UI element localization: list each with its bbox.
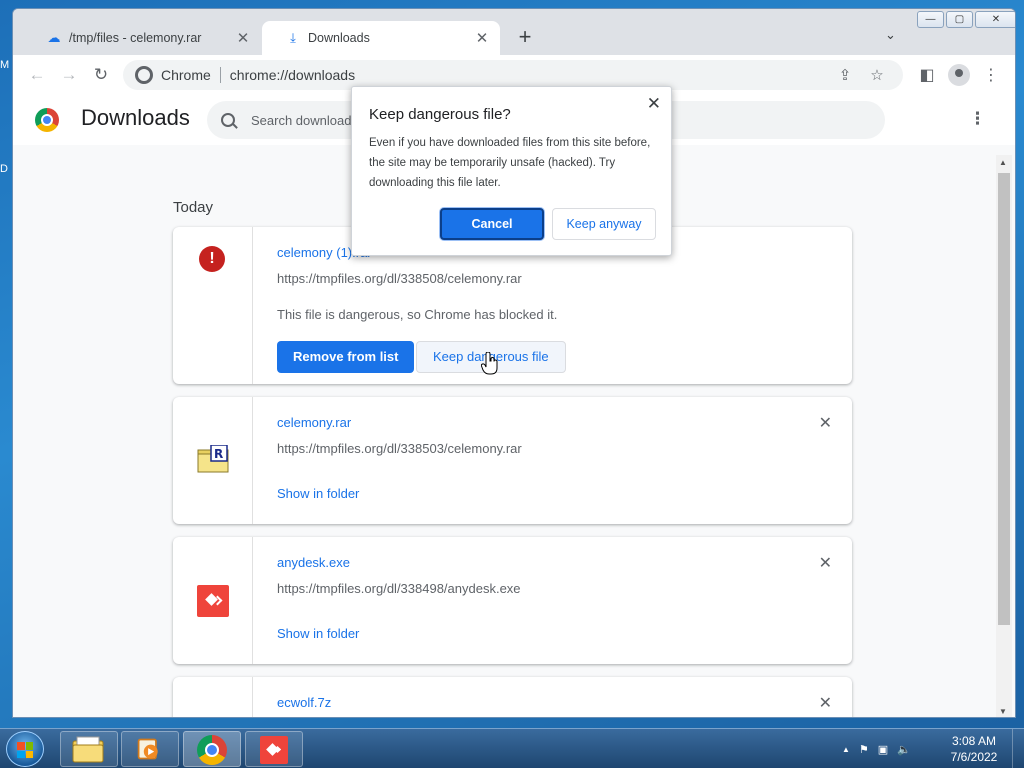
remove-from-list-button[interactable]: Remove from list <box>277 341 415 373</box>
chrome-menu-icon[interactable]: ⋮ <box>975 65 1007 85</box>
close-icon[interactable]: ✕ <box>819 553 832 573</box>
url-text[interactable]: chrome://downloads <box>230 67 355 83</box>
chrome-logo-icon <box>35 108 59 132</box>
download-item: ecwolf.7z ✕ <box>173 677 852 717</box>
close-icon[interactable]: ✕ <box>819 693 832 713</box>
bookmark-star-icon[interactable]: ☆ <box>861 66 893 84</box>
scroll-up-arrow-icon[interactable]: ▲ <box>999 158 1007 167</box>
section-label: Today <box>173 199 214 216</box>
file-url: https://tmpfiles.org/dl/338508/celemony.… <box>277 271 522 286</box>
download-item: anydesk.exe https://tmpfiles.org/dl/3384… <box>173 537 852 664</box>
icon-column: R <box>173 397 253 524</box>
start-button[interactable] <box>6 731 44 767</box>
chrome-icon <box>135 66 153 84</box>
site-name: Chrome <box>161 67 211 83</box>
danger-icon: ! <box>199 246 225 272</box>
clock[interactable]: 3:08 AM 7/6/2022 <box>944 733 1004 765</box>
desktop-text: D <box>0 163 8 175</box>
dialog-message: Even if you have downloaded files from t… <box>369 137 651 189</box>
side-panel-icon[interactable]: ◧ <box>911 65 943 85</box>
show-in-folder-link[interactable]: Show in folder <box>277 626 359 641</box>
show-in-folder-link[interactable]: Show in folder <box>277 486 359 501</box>
tab-title: /tmp/files - celemony.rar <box>69 31 202 45</box>
close-icon[interactable]: ✕ <box>474 29 490 47</box>
download-icon: ⤓ <box>290 30 296 45</box>
tray-expand-icon[interactable]: ▲ <box>842 745 850 754</box>
scroll-down-arrow-icon[interactable]: ▼ <box>999 707 1007 716</box>
file-url: https://tmpfiles.org/dl/338498/anydesk.e… <box>277 581 521 596</box>
search-placeholder: Search downloads <box>251 112 358 128</box>
more-options-icon[interactable]: ⋮ <box>969 109 986 129</box>
danger-status: This file is dangerous, so Chrome has bl… <box>277 307 558 322</box>
close-icon[interactable]: ✕ <box>819 413 832 433</box>
minimize-button[interactable]: — <box>917 11 944 28</box>
file-name-link[interactable]: anydesk.exe <box>277 555 350 570</box>
new-tab-button[interactable]: + <box>513 25 537 49</box>
tab-title: Downloads <box>308 31 370 45</box>
tab-search-button[interactable]: ⌄ <box>885 27 896 43</box>
rar-file-icon: R <box>197 445 229 473</box>
icon-column: ! <box>173 227 253 384</box>
taskbar-media-player[interactable] <box>121 731 179 767</box>
dialog-title: Keep dangerous file? <box>369 106 511 123</box>
download-item: R celemony.rar https://tmpfiles.org/dl/3… <box>173 397 852 524</box>
folder-icon <box>72 736 104 763</box>
close-window-button[interactable]: ✕ <box>975 11 1015 28</box>
windows-logo-icon <box>17 742 33 758</box>
icon-column <box>173 537 253 664</box>
clock-time: 3:08 AM <box>951 734 997 748</box>
scroll-thumb[interactable] <box>998 173 1010 625</box>
profile-avatar[interactable] <box>948 64 970 86</box>
taskbar-anydesk[interactable] <box>245 731 303 767</box>
close-icon[interactable]: ✕ <box>647 94 661 114</box>
anydesk-icon <box>260 736 288 764</box>
system-tray: ▲ ⚑ ▣ 🔈 <box>842 729 920 768</box>
chrome-icon <box>197 735 227 765</box>
desktop-text: M <box>0 59 10 71</box>
divider <box>219 67 221 83</box>
file-name-link[interactable]: ecwolf.7z <box>277 695 331 710</box>
scrollbar[interactable]: ▲ ▼ <box>996 155 1012 717</box>
back-button[interactable]: ← <box>21 65 53 85</box>
keep-anyway-button[interactable]: Keep anyway <box>552 208 656 240</box>
svg-text:R: R <box>214 447 223 461</box>
icon-column <box>173 677 253 717</box>
tab-tmpfiles[interactable]: ☁ /tmp/files - celemony.rar ✕ <box>23 21 261 55</box>
taskbar-chrome[interactable] <box>183 731 241 767</box>
cloud-upload-icon: ☁ <box>47 30 61 45</box>
show-desktop-button[interactable] <box>1012 729 1024 768</box>
page-title: Downloads <box>81 105 190 130</box>
tab-strip: ☁ /tmp/files - celemony.rar ✕ ⤓ Download… <box>13 9 1015 55</box>
hand-cursor-icon <box>481 352 498 375</box>
file-url: https://tmpfiles.org/dl/338503/celemony.… <box>277 441 522 456</box>
taskbar-explorer[interactable] <box>60 731 118 767</box>
taskbar: ▲ ⚑ ▣ 🔈 3:08 AM 7/6/2022 <box>0 728 1024 768</box>
anydesk-icon <box>197 585 229 617</box>
toolbar-right: ◧ ⋮ <box>911 55 1007 95</box>
volume-icon[interactable]: 🔈 <box>897 743 911 756</box>
reload-button[interactable]: ↻ <box>85 65 117 85</box>
keep-dangerous-file-dialog: Keep dangerous file? ✕ Even if you have … <box>351 86 672 256</box>
forward-button[interactable]: → <box>53 65 85 85</box>
action-center-icon[interactable]: ⚑ <box>859 743 869 756</box>
network-icon[interactable]: ▣ <box>878 743 888 756</box>
tab-downloads[interactable]: ⤓ Downloads ✕ <box>262 21 500 55</box>
file-name-link[interactable]: celemony.rar <box>277 415 351 430</box>
window-controls: — ▢ ✕ <box>915 11 1015 29</box>
search-icon <box>221 113 235 127</box>
cancel-button[interactable]: Cancel <box>440 208 544 240</box>
omnibox-actions: ⇪ ☆ <box>829 60 893 90</box>
close-icon[interactable]: ✕ <box>235 29 251 47</box>
maximize-button[interactable]: ▢ <box>946 11 973 28</box>
media-player-icon <box>137 738 158 760</box>
clock-date: 7/6/2022 <box>950 750 998 764</box>
share-icon[interactable]: ⇪ <box>829 66 861 84</box>
